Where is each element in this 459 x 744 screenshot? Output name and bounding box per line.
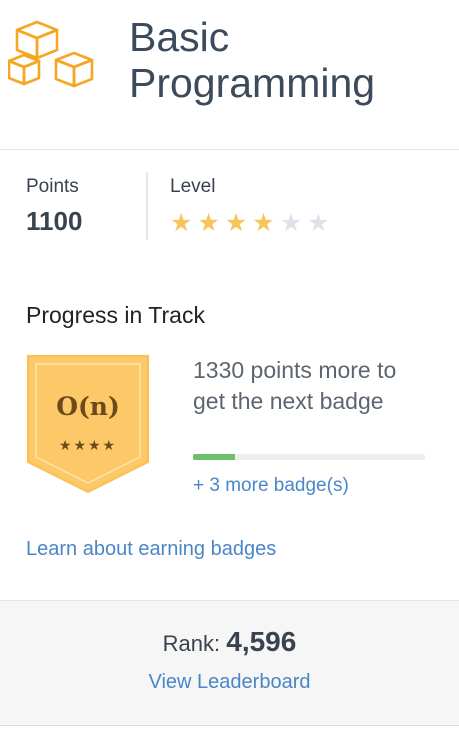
star-empty-icon: ★ [307, 208, 330, 237]
star-filled-icon: ★ [252, 208, 275, 237]
badge-label: O(n) [56, 392, 120, 421]
points-label: Points [26, 176, 79, 197]
star-filled-icon: ★ [224, 208, 248, 237]
track-header: Basic Programming [0, 0, 459, 150]
rank-label: Rank: [162, 631, 227, 656]
next-badge-text: 1330 points more to get the next badge [193, 357, 397, 414]
rank-value: 4,596 [226, 626, 297, 657]
badge-shield-icon [27, 355, 149, 494]
progress-title: Progress in Track [26, 302, 205, 328]
level-label: Level [170, 176, 216, 197]
star-empty-icon: ★ [279, 208, 303, 237]
view-leaderboard-link[interactable]: View Leaderboard [0, 671, 459, 694]
progress-fill [193, 454, 235, 460]
star-filled-icon: ★ [170, 208, 193, 237]
stats-divider [146, 172, 148, 240]
rank-footer [0, 600, 459, 726]
star-filled-icon: ★ [197, 208, 220, 237]
badge-stars: ★★★★ [58, 438, 118, 454]
track-title: Basic Programming [129, 14, 376, 106]
level-stars: ★ ★ ★ ★ ★ ★ [170, 209, 330, 236]
points-value: 1100 [26, 206, 83, 236]
progress-bar [193, 454, 425, 460]
more-badges-link[interactable]: + 3 more badge(s) [193, 475, 349, 497]
cubes-icon [8, 20, 94, 88]
rank-line: Rank: 4,596 [0, 626, 459, 658]
learn-badges-link[interactable]: Learn about earning badges [26, 538, 276, 561]
